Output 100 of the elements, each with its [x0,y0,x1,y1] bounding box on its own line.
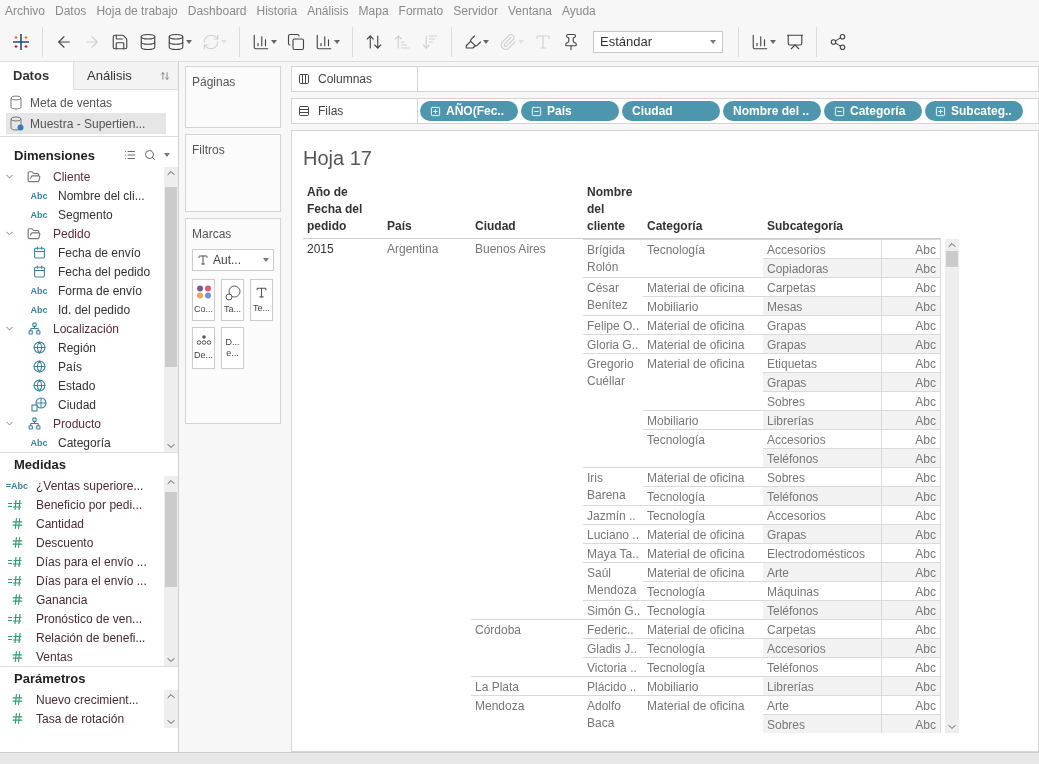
table-cell: Tecnología [643,239,763,277]
number-icon [10,650,24,663]
table-cell: Luciano .. [583,524,643,543]
save-icon [111,32,129,51]
table-cell: Brígida Rolón [583,239,643,277]
field-item[interactable]: Región [0,338,164,357]
field-item[interactable]: Producto [0,414,164,433]
table-cell: Tecnología [643,600,763,619]
sort-ascending-icon [393,32,411,51]
data-type-label: =Abc [4,480,30,491]
field-item[interactable]: Localización [0,319,164,338]
new-chart-icon [252,32,270,51]
field-name: Pedido [53,226,91,241]
field-item[interactable]: Estado [0,376,164,395]
pane-tab[interactable]: Análisis [73,62,178,90]
table-cell: Abc [881,258,941,277]
table-cell: Jazmín .. [583,505,643,524]
field-item[interactable]: País [0,357,164,376]
field-item[interactable]: Cliente [0,167,164,186]
field-name: Id. del pedido [58,302,131,317]
mark-property-button[interactable]: De... [192,327,215,369]
field-name: Fecha de envío [58,245,141,260]
view-size-dropdown[interactable]: Estándar [593,30,723,53]
presentation-icon [786,32,804,51]
table-cell: Abc [881,638,941,657]
field-name: Días para el envío ... [36,573,147,588]
table-cell-text: Argentina [386,241,440,258]
scrollbar[interactable] [164,476,178,666]
search-icon[interactable] [144,149,156,161]
field-item[interactable]: Ventas [0,647,164,666]
scroll-thumb[interactable] [165,187,177,367]
table-cell: Abc [881,334,941,353]
field-item[interactable]: Abc Categoría [0,433,164,452]
table-cell: Material de oficina [643,353,763,410]
field-item[interactable]: Beneficio por pedi... [0,495,164,514]
database-icon [10,95,24,110]
mark-type-dropdown[interactable]: Aut... [192,249,274,271]
scroll-thumb[interactable] [165,492,177,587]
table-cell: Gladis J.. [583,638,643,657]
field-item[interactable]: Pedido [0,224,164,243]
mark-property-button[interactable]: Co... [192,279,215,321]
field-item[interactable]: Cantidad [0,514,164,533]
table-cell: Material de oficina [643,695,763,733]
field-item[interactable]: Ciudad [0,395,164,414]
database-icon [10,116,24,131]
expand-icon[interactable] [430,105,441,117]
data-source-item[interactable]: Meta de ventas [6,92,166,113]
table-cell: Abc [881,372,941,391]
collapse-icon[interactable] [834,105,845,117]
card-title: Marcas [192,227,233,241]
data-source-item[interactable]: Muestra - Supertien... [6,113,166,134]
field-item[interactable]: Días para el envío ... [0,552,164,571]
field-item[interactable]: Días para el envío ... [0,571,164,590]
table-cell: Mesas [763,296,881,315]
field-item[interactable]: Ganancia [0,590,164,609]
mark-property-button[interactable]: D... e... [221,327,244,369]
folder-icon [27,226,41,241]
field-item[interactable]: Tasa de rotación [0,709,164,728]
field-item[interactable]: Descuento [0,533,164,552]
size-circles-icon [224,284,241,301]
caret-icon[interactable] [164,153,170,157]
field-name: Cantidad [36,516,85,531]
field-name: Cliente [53,169,91,184]
field-item[interactable]: Relación de benefi... [0,628,164,647]
scrollbar[interactable] [164,167,178,452]
collapse-icon[interactable] [531,105,542,117]
field-item[interactable]: Abc Forma de envío [0,281,164,300]
table-cell: Plácido .. [583,676,643,695]
expand-icon[interactable] [935,105,946,117]
table-cell: Grapas [763,334,881,353]
scrollbar[interactable] [164,690,178,728]
table-cell: Mobiliario [643,676,763,695]
column-header: País [383,184,471,239]
table-cell: Material de oficina [643,467,763,486]
field-item[interactable]: Abc Id. del pedido [0,300,164,319]
mark-property-button[interactable]: Ta... [221,279,244,321]
table-cell: Abc [881,714,941,733]
globe-icon [32,379,46,392]
highlighter-icon [464,32,482,51]
table-cell: Accesorios [763,638,881,657]
mark-property-button[interactable]: Te... [250,279,273,321]
table-cell: Tecnología [643,486,763,505]
field-item[interactable]: Pronóstico de ven... [0,609,164,628]
table-cell: Material de oficina [643,619,763,638]
field-item[interactable]: Abc Nombre del cli... [0,186,164,205]
field-item[interactable]: Abc Segmento [0,205,164,224]
list-view-icon[interactable] [124,149,136,161]
field-item[interactable]: Fecha del pedido [0,262,164,281]
table-cell: Abc [881,562,941,581]
field-item[interactable]: =Abc ¿Ventas superiore... [0,476,164,495]
scroll-thumb[interactable] [946,251,958,267]
field-item[interactable]: Fecha de envío [0,243,164,262]
table-cell: Mobiliario [643,410,763,429]
data-source-name: Meta de ventas [30,95,113,110]
number-icon [10,517,24,530]
field-item[interactable]: Nuevo crecimient... [0,690,164,709]
scrollbar[interactable] [945,239,959,733]
field-name: Tasa de rotación [36,711,125,726]
swap-icon [365,32,383,51]
table-cell: Victoria .. [583,657,643,676]
